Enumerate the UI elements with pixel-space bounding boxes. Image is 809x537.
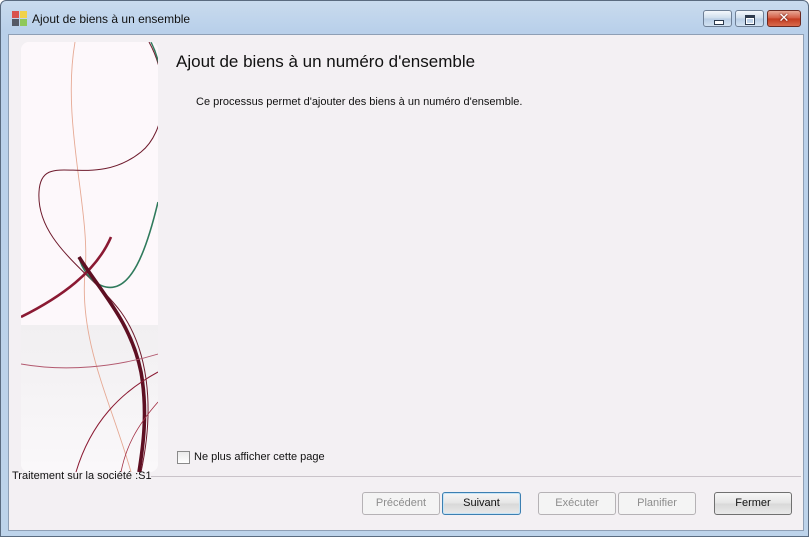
close-icon: ✕ — [778, 11, 790, 26]
wizard-client-area: Ajout de biens à un numéro d'ensemble Ce… — [8, 34, 804, 531]
title-bar[interactable]: Ajout de biens à un ensemble ✕ — [1, 1, 808, 37]
status-divider — [151, 476, 801, 477]
window-title: Ajout de biens à un ensemble — [32, 12, 191, 26]
maximize-icon — [745, 15, 755, 25]
dont-show-again-label[interactable]: Ne plus afficher cette page — [194, 451, 325, 463]
minimize-button[interactable] — [703, 10, 732, 27]
page-title: Ajout de biens à un numéro d'ensemble — [176, 52, 476, 71]
decorative-curves-image — [21, 42, 158, 472]
decorative-side-panel — [21, 42, 158, 472]
maximize-button[interactable] — [735, 10, 764, 27]
dont-show-again-checkbox[interactable] — [177, 451, 190, 464]
page-description: Ce processus permet d'ajouter des biens … — [196, 96, 523, 108]
application-window: Ajout de biens à un ensemble ✕ Ajout de … — [0, 0, 809, 537]
close-button[interactable]: Fermer — [714, 492, 792, 515]
close-window-button[interactable]: ✕ — [767, 10, 801, 27]
next-button[interactable]: Suivant — [442, 492, 521, 515]
previous-button[interactable]: Précédent — [362, 492, 440, 515]
minimize-icon — [714, 20, 724, 25]
execute-button[interactable]: Exécuter — [538, 492, 616, 515]
company-status-label: Traitement sur la société :S1 — [12, 470, 152, 482]
schedule-button[interactable]: Planifier — [618, 492, 696, 515]
app-icon — [12, 11, 27, 26]
